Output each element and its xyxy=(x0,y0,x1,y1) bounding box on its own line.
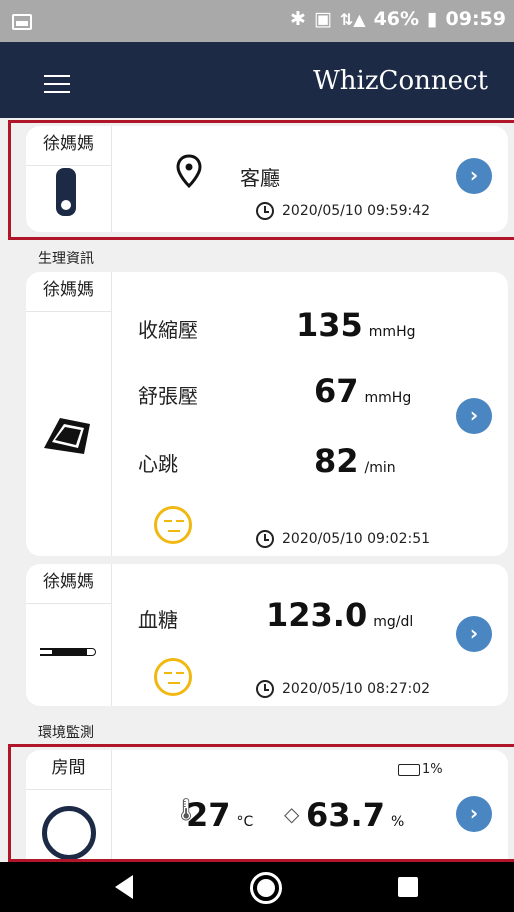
timestamp-text: 2020/05/10 08:27:02 xyxy=(282,681,431,697)
clock-icon xyxy=(256,680,274,698)
app-title: WhizConnect xyxy=(313,66,488,96)
person-name: 徐媽媽 xyxy=(26,564,111,604)
section-physio-label: 生理資訊 xyxy=(38,251,94,267)
highlight-box-location xyxy=(8,120,514,240)
diastolic-value: 67 mmHg xyxy=(314,372,412,410)
bluetooth-icon: ✱ xyxy=(289,8,306,30)
system-nav-bar xyxy=(0,862,514,912)
glucose-strip-icon xyxy=(40,648,96,656)
blood-pressure-card[interactable]: 徐媽媽 收縮壓 135 mmHg 舒張壓 67 mmHg 心跳 82/min 202… xyxy=(26,272,508,556)
person-column: 徐媽媽 xyxy=(26,272,112,556)
glucose-label: 血糖 xyxy=(138,608,178,632)
clock-icon xyxy=(256,530,274,548)
person-name: 徐媽媽 xyxy=(26,272,111,312)
glucose-value: 123.0 mg/dl xyxy=(266,596,414,634)
recent-apps-icon[interactable] xyxy=(398,877,418,897)
image-notification-icon xyxy=(12,14,32,30)
battery-icon: ▮ xyxy=(427,8,438,30)
bp-detail-button[interactable]: › xyxy=(456,398,492,434)
nfc-icon: ▣ xyxy=(313,8,332,30)
section-env-label: 環境監測 xyxy=(38,725,94,741)
status-time: 09:59 xyxy=(445,8,506,30)
battery-percent: 46% xyxy=(373,8,420,30)
highlight-box-environment xyxy=(8,744,514,862)
blood-pressure-monitor-icon xyxy=(40,408,96,462)
person-column: 徐媽媽 xyxy=(26,564,112,706)
hamburger-icon[interactable] xyxy=(44,75,70,95)
pulse-value: 82/min xyxy=(314,442,396,480)
neutral-face-icon xyxy=(154,658,192,696)
status-bar: ✱ ▣ ⇅▲ 46% ▮ 09:59 xyxy=(0,0,514,42)
pulse-label: 心跳 xyxy=(138,452,178,476)
app-bar: WhizConnect xyxy=(0,42,514,118)
glucose-timestamp: 2020/05/10 08:27:02 xyxy=(256,680,430,698)
back-icon[interactable] xyxy=(115,875,133,899)
timestamp-text: 2020/05/10 09:02:51 xyxy=(282,531,431,547)
signal-icon: ⇅▲ xyxy=(339,9,366,29)
systolic-value: 135 mmHg xyxy=(296,306,416,344)
diastolic-label: 舒張壓 xyxy=(138,384,198,408)
systolic-label: 收縮壓 xyxy=(138,318,198,342)
glucose-detail-button[interactable]: › xyxy=(456,616,492,652)
status-indicators: ✱ ▣ ⇅▲ 46% ▮ 09:59 xyxy=(282,8,506,30)
home-icon[interactable] xyxy=(250,872,282,904)
glucose-card[interactable]: 徐媽媽 血糖 123.0 mg/dl 2020/05/10 08:27:02 › xyxy=(26,564,508,706)
neutral-face-icon xyxy=(154,506,192,544)
bp-timestamp: 2020/05/10 09:02:51 xyxy=(256,530,430,548)
